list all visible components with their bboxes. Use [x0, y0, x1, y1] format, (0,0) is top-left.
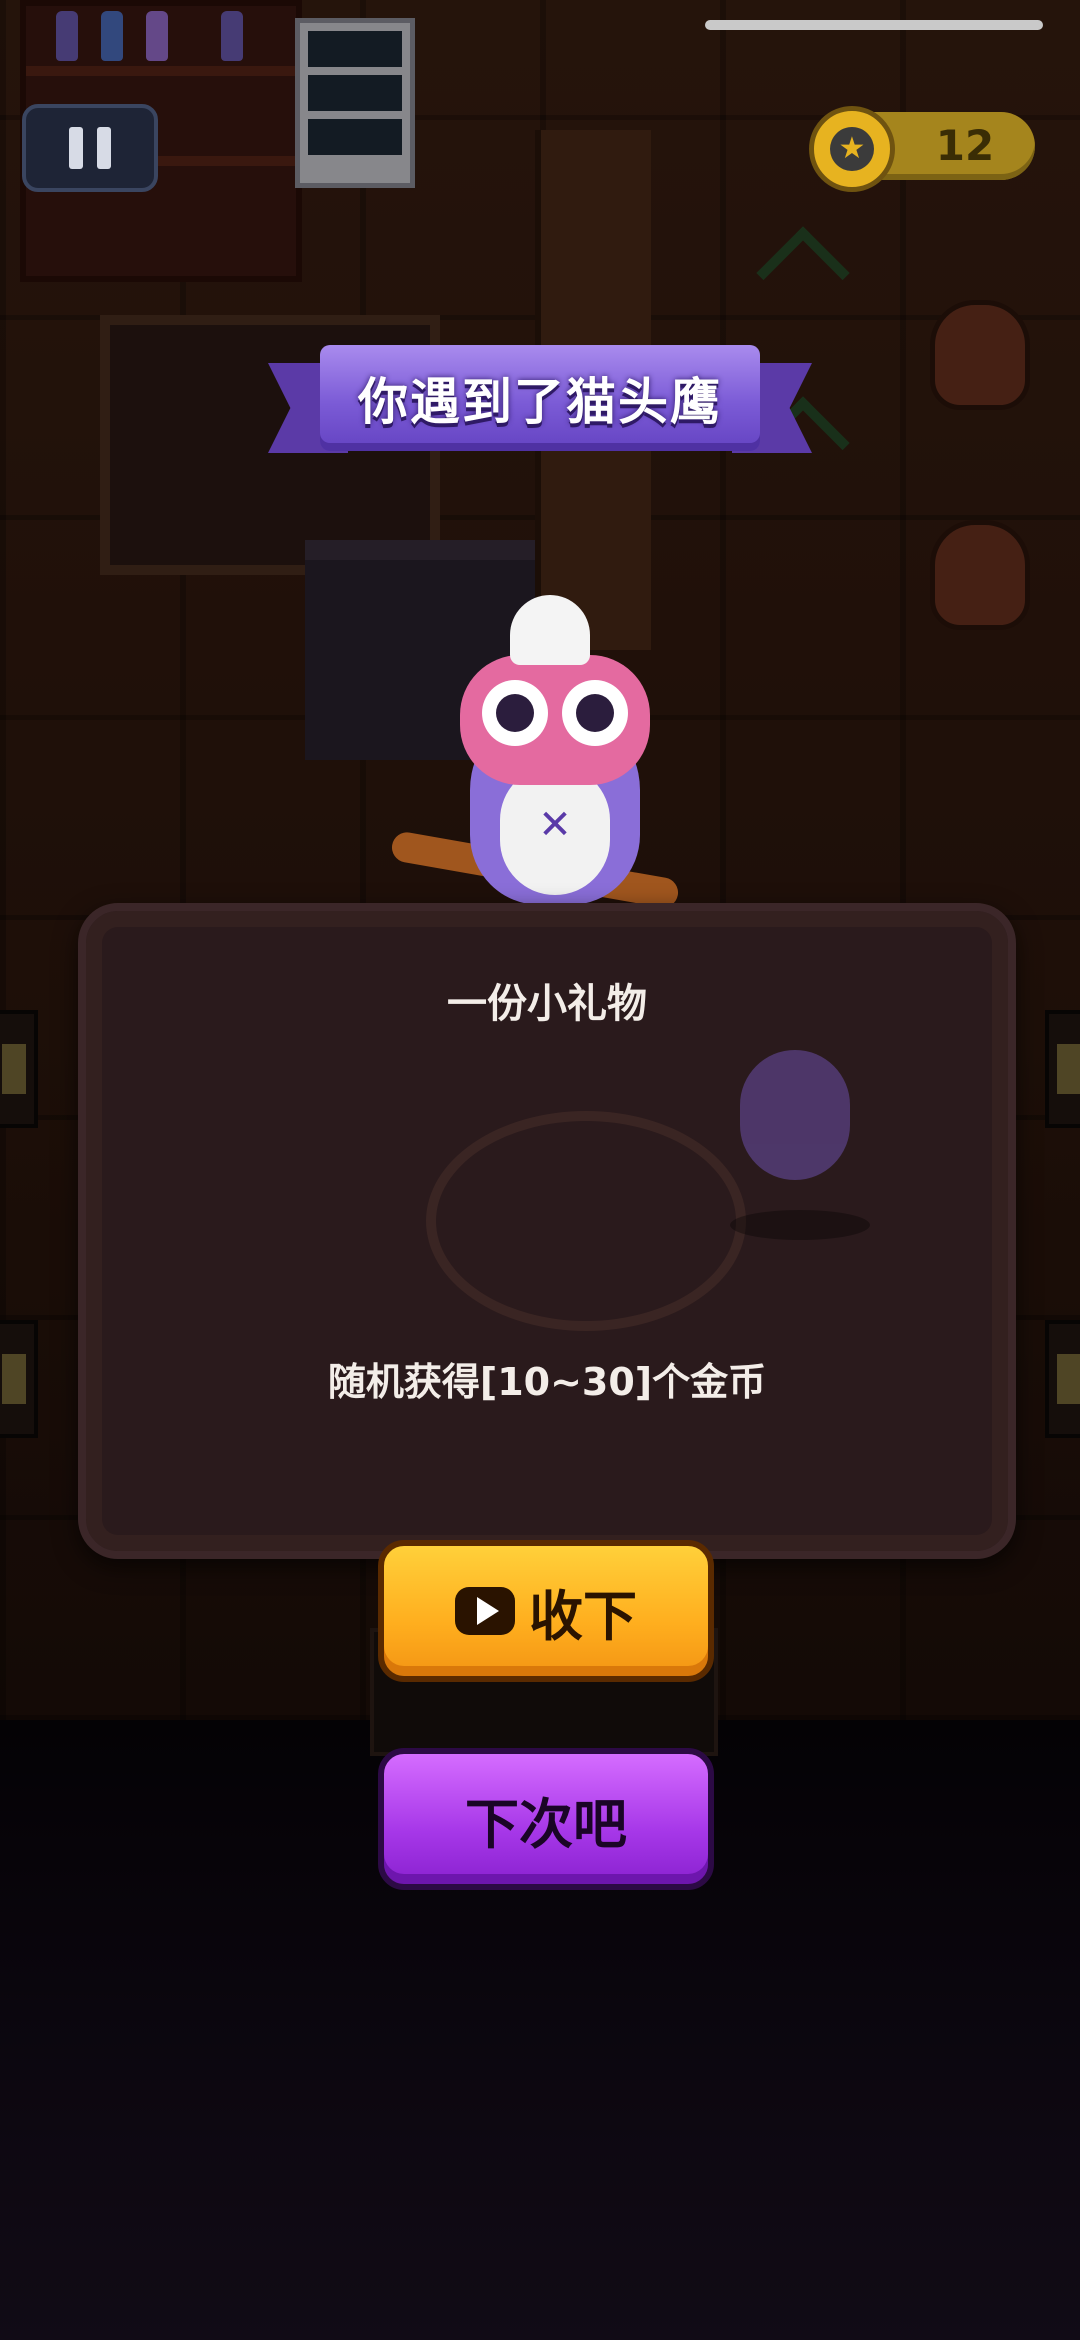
pause-icon — [69, 127, 83, 169]
chef-hat-icon — [510, 595, 590, 665]
accept-label: 收下 — [529, 1584, 637, 1648]
dialog-title: 你遇到了猫头鹰 — [320, 345, 760, 451]
video-play-icon — [455, 1587, 515, 1635]
reward-description: 随机获得[10~30]个金币 — [327, 1360, 767, 1404]
pause-icon — [97, 127, 111, 169]
pause-button[interactable] — [22, 104, 158, 192]
system-home-indicator[interactable] — [705, 20, 1043, 30]
star-coin-icon: ★ — [809, 106, 895, 192]
coin-count: 12 — [935, 121, 995, 170]
accept-button[interactable]: 收下 — [378, 1540, 714, 1682]
background-owl — [720, 1010, 870, 1240]
gift-dialog-panel: 一份小礼物 随机获得[10~30]个金币 — [78, 903, 1016, 1559]
owl-character: ✕ — [389, 585, 690, 935]
title-ribbon: 你遇到了猫头鹰 — [268, 345, 812, 465]
decline-button[interactable]: 下次吧 — [378, 1748, 714, 1890]
fork-knife-icon: ✕ — [538, 802, 572, 848]
decline-label: 下次吧 — [465, 1792, 627, 1856]
panel-ornament — [426, 1111, 746, 1331]
coin-counter: ★ 12 — [809, 106, 1035, 192]
